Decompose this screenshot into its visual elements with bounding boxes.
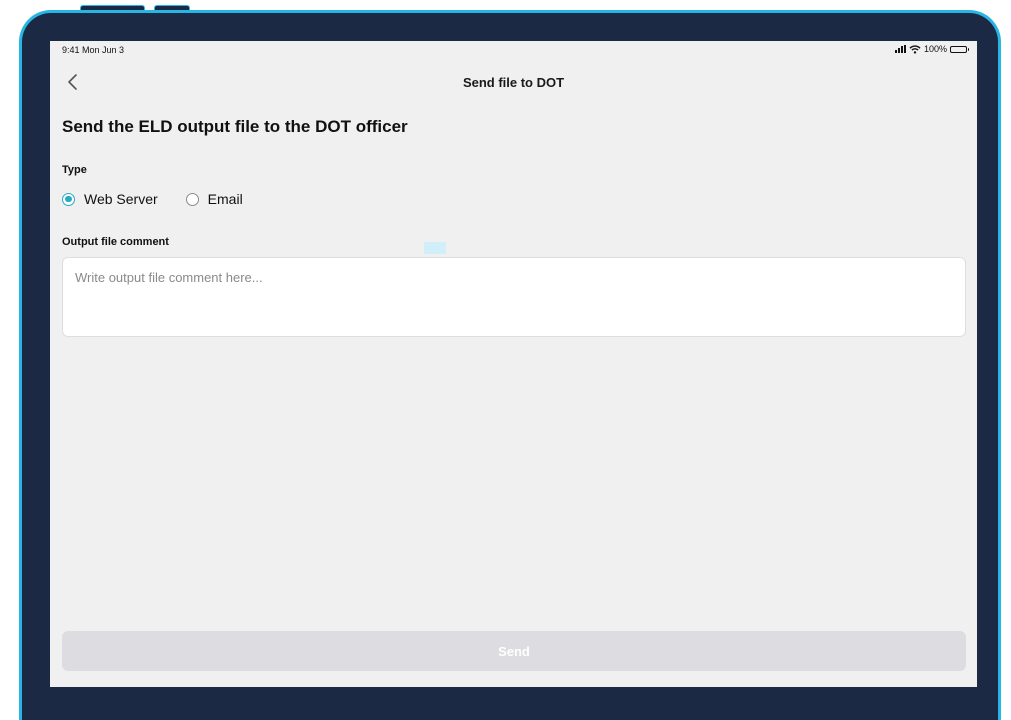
battery-percent: 100% [923, 44, 947, 54]
status-bar: 9:41 Mon Jun 3 100% [50, 41, 977, 59]
status-time: 9:41 Mon Jun 3 [62, 45, 125, 55]
status-icons: 100% [894, 44, 969, 54]
navigation-bar: Send file to DOT [50, 65, 977, 99]
signal-icon [894, 45, 906, 53]
wifi-icon [909, 44, 921, 54]
section-heading: Send the ELD output file to the DOT offi… [62, 117, 408, 136]
radio-button-selected[interactable] [62, 192, 75, 206]
page-title: Send file to DOT [462, 75, 565, 90]
send-button[interactable]: Send [62, 631, 966, 671]
radio-web-server[interactable]: Web Server [62, 191, 158, 207]
app-screen: 9:41 Mon Jun 3 100% Send file to DOT Sen… [50, 41, 977, 687]
comment-textarea[interactable] [62, 257, 966, 337]
radio-email[interactable]: Email [185, 191, 243, 207]
radio-label-web-server: Web Server [84, 191, 158, 207]
selection-highlight [424, 242, 446, 254]
type-label: Type [62, 164, 87, 176]
battery-icon [950, 45, 969, 53]
radio-button-unselected[interactable] [185, 192, 199, 206]
type-radio-group: Web Server Email [62, 191, 271, 207]
radio-label-email: Email [207, 191, 243, 207]
comment-label: Output file comment [62, 236, 169, 248]
